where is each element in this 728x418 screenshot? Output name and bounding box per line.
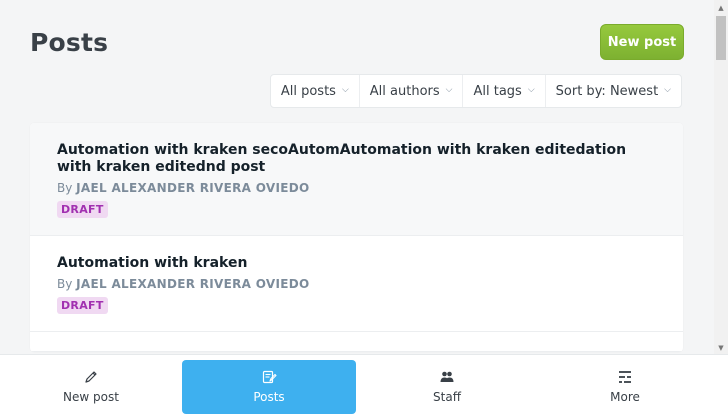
filter-tag-label: All tags (473, 83, 522, 99)
filter-type-label: All posts (280, 83, 336, 99)
tab-new-post-label: New post (63, 390, 119, 404)
tab-staff-label: Staff (433, 390, 461, 404)
filter-type[interactable]: All posts ⌵ (271, 75, 360, 107)
chevron-down-icon: ⌵ (664, 85, 671, 95)
tab-posts[interactable]: Posts (182, 359, 356, 414)
tab-posts-label: Posts (253, 390, 285, 404)
tab-new-post[interactable]: New post (4, 360, 178, 414)
post-author: JAEL ALEXANDER RIVERA OVIEDO (76, 181, 310, 195)
chevron-down-icon: ⌵ (341, 85, 349, 95)
tab-more-label: More (610, 390, 640, 404)
post-by-label: By (57, 181, 73, 195)
scroll-up-icon[interactable]: ▲ (714, 2, 728, 14)
header: Posts New post (30, 22, 684, 66)
post-title[interactable]: Automation with kraken secoAutomAutomati… (57, 142, 656, 176)
post-meta: By JAEL ALEXANDER RIVERA OVIEDO (57, 181, 656, 195)
filter-author-label: All authors (369, 83, 440, 99)
page-title: Posts (30, 28, 109, 57)
filter-sort-label: Sort by: Newest (555, 83, 659, 99)
more-icon (619, 371, 631, 383)
posts-icon (262, 370, 277, 384)
filter-sort[interactable]: Sort by: Newest ⌵ (546, 75, 681, 107)
chevron-down-icon: ⌵ (445, 85, 453, 95)
status-badge: DRAFT (57, 201, 108, 218)
tab-more[interactable]: More (538, 360, 712, 414)
scrollbar[interactable]: ▲ ▼ (714, 0, 728, 354)
chevron-down-icon: ⌵ (527, 85, 535, 95)
scroll-down-icon[interactable]: ▼ (714, 342, 728, 354)
scroll-thumb[interactable] (716, 16, 726, 60)
filter-tag[interactable]: All tags ⌵ (463, 75, 546, 107)
list-item[interactable]: Automation with kraken secoAutomAutomati… (30, 123, 683, 236)
list-item[interactable] (30, 332, 683, 352)
post-list: Automation with kraken secoAutomAutomati… (30, 123, 683, 352)
post-meta: By JAEL ALEXANDER RIVERA OVIEDO (57, 277, 656, 291)
status-badge: DRAFT (57, 297, 108, 314)
staff-icon (440, 371, 454, 382)
post-title[interactable]: Automation with kraken (57, 255, 656, 272)
filter-bar: All posts ⌵ All authors ⌵ All tags ⌵ Sor… (269, 74, 682, 108)
pencil-icon (85, 371, 97, 383)
filter-author[interactable]: All authors ⌵ (360, 75, 464, 107)
bottom-tab-bar: New post Posts Staff More (0, 354, 728, 418)
post-author: JAEL ALEXANDER RIVERA OVIEDO (76, 277, 310, 291)
tab-staff[interactable]: Staff (360, 360, 534, 414)
list-item[interactable]: Automation with kraken By JAEL ALEXANDER… (30, 236, 683, 332)
new-post-button[interactable]: New post (600, 24, 684, 60)
post-by-label: By (57, 277, 73, 291)
